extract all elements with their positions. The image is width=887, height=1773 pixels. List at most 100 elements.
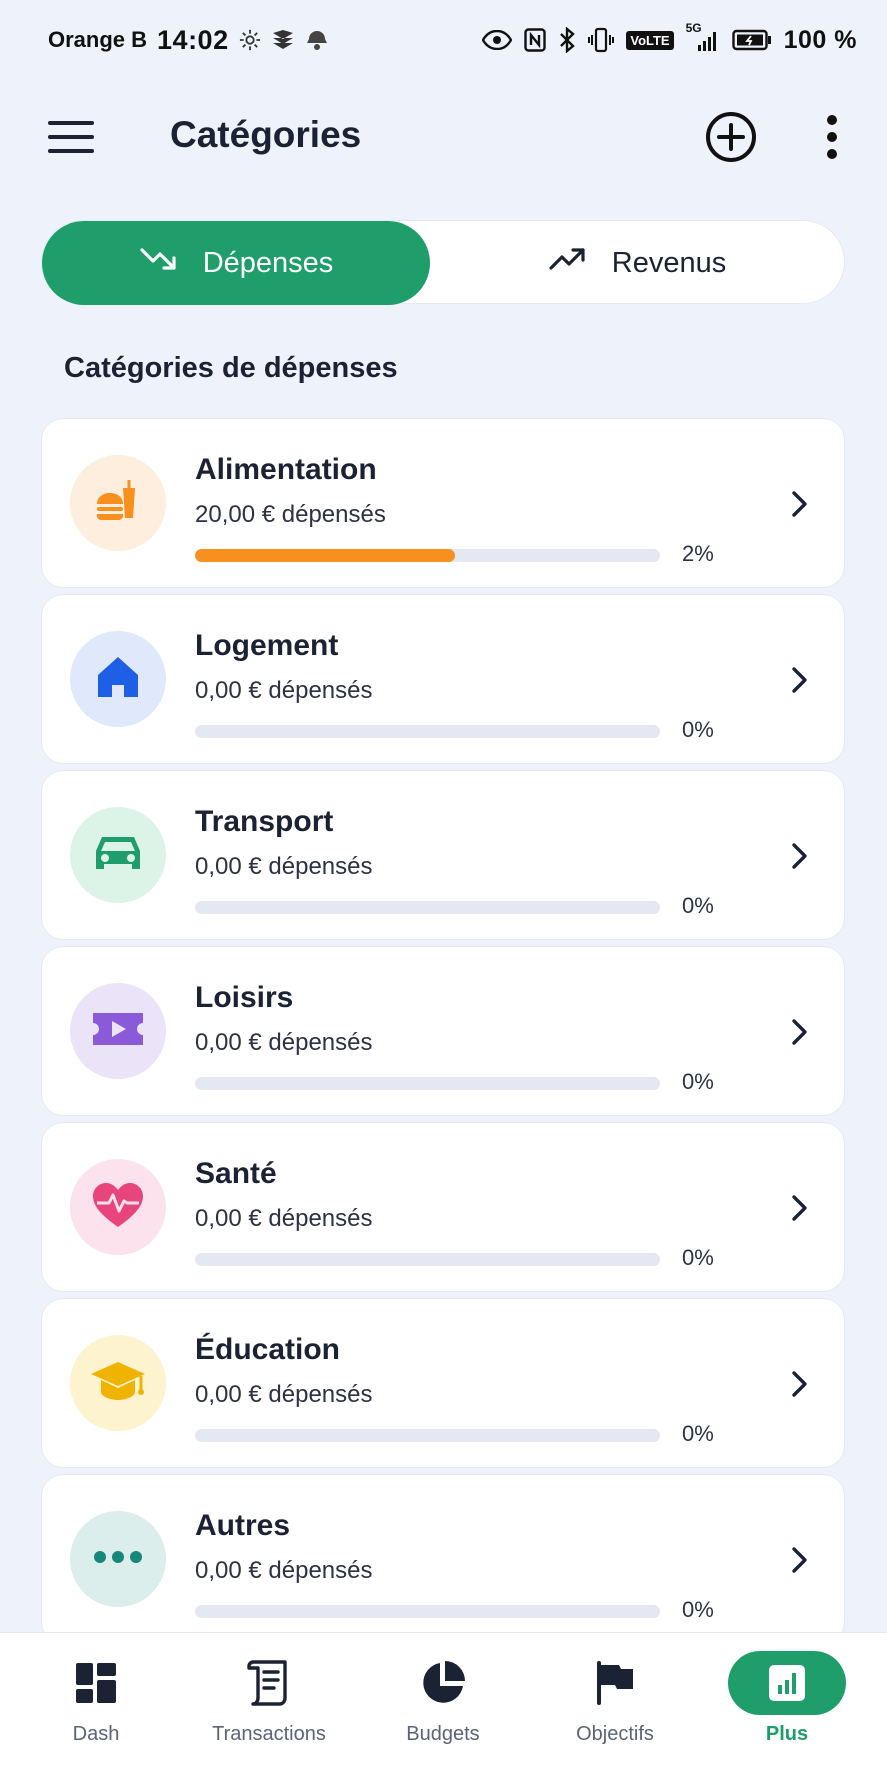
nav-label: Dash	[72, 1723, 120, 1745]
nav-item-objectifs[interactable]: Objectifs	[530, 1633, 700, 1773]
tab-income-label: Revenus	[611, 246, 727, 279]
category-name: Éducation	[195, 1333, 341, 1366]
home-icon	[94, 653, 142, 706]
pie-chart-icon	[384, 1651, 502, 1715]
category-spent: 0,00 € dépensés	[195, 1381, 373, 1408]
category-percent: 0%	[682, 1597, 714, 1622]
battery-percent: 100 %	[783, 25, 857, 54]
stack-app-icon	[271, 29, 295, 51]
category-icon-bg	[70, 455, 166, 551]
volte-badge: VoLTE	[626, 30, 674, 50]
vibrate-icon	[588, 27, 615, 53]
category-icon-bg	[70, 631, 166, 727]
category-progress-fill	[195, 549, 456, 562]
nav-item-budgets[interactable]: Budgets	[358, 1633, 528, 1773]
category-icon-bg	[70, 807, 166, 903]
receipt-icon	[210, 1651, 328, 1715]
graduation-cap-icon	[89, 1358, 147, 1409]
nav-item-dash[interactable]: Dash	[11, 1633, 181, 1773]
category-spent: 0,00 € dépensés	[195, 677, 373, 704]
category-icon-bg	[70, 1511, 166, 1607]
signal-icon: 5G	[686, 21, 720, 53]
carrier-name: Orange B	[48, 27, 148, 52]
category-percent: 2%	[682, 541, 714, 566]
nav-label: Plus	[765, 1723, 809, 1745]
category-card-alimentation[interactable]: Alimentation 20,00 € dépensés 2%	[41, 418, 845, 588]
food-icon	[93, 476, 143, 531]
dots-icon	[92, 1549, 144, 1570]
category-icon-bg	[70, 1335, 166, 1431]
flag-icon	[556, 1651, 674, 1715]
category-name: Santé	[195, 1157, 277, 1190]
dashboard-icon	[37, 1651, 155, 1715]
chevron-right-icon	[786, 1015, 812, 1049]
tab-expenses[interactable]: Dépenses	[42, 221, 430, 305]
nav-label: Objectifs	[576, 1723, 654, 1745]
app-header: Catégories	[0, 96, 887, 180]
bluetooth-icon	[558, 27, 576, 53]
category-card-autres[interactable]: Autres 0,00 € dépensés 0%	[41, 1474, 845, 1644]
category-card-loisirs[interactable]: Loisirs 0,00 € dépensés 0%	[41, 946, 845, 1116]
hamburger-menu-icon[interactable]	[46, 116, 98, 160]
trend-up-icon	[548, 245, 588, 281]
category-progress-bar	[195, 1253, 660, 1266]
category-name: Transport	[195, 805, 334, 838]
nav-label: Transactions	[212, 1723, 326, 1745]
eye-icon	[482, 30, 513, 50]
more-options-icon[interactable]	[818, 112, 846, 162]
add-category-button[interactable]	[704, 110, 758, 164]
nav-item-plus[interactable]: Plus	[702, 1633, 872, 1773]
category-name: Alimentation	[195, 453, 377, 486]
category-icon-bg	[70, 983, 166, 1079]
category-percent: 0%	[682, 893, 714, 918]
clock: 14:02	[157, 24, 229, 55]
nav-label: Budgets	[406, 1723, 480, 1745]
category-percent: 0%	[682, 1069, 714, 1094]
type-toggle: Dépenses Revenus	[41, 220, 845, 305]
status-bar: Orange B 14:02 VoLTE 5G 100 %	[0, 0, 887, 80]
chevron-right-icon	[786, 1367, 812, 1401]
category-progress-bar	[195, 725, 660, 738]
chevron-right-icon	[786, 487, 812, 521]
bottom-nav: Dash Transactions Budgets Objectifs Plus	[0, 1632, 887, 1773]
category-icon-bg	[70, 1159, 166, 1255]
category-progress-bar	[195, 1605, 660, 1618]
category-card-logement[interactable]: Logement 0,00 € dépensés 0%	[41, 594, 845, 764]
car-icon	[92, 831, 144, 880]
category-percent: 0%	[682, 1245, 714, 1270]
category-percent: 0%	[682, 717, 714, 742]
network-type: 5G	[685, 21, 702, 35]
nfc-icon	[524, 28, 547, 52]
category-card-transport[interactable]: Transport 0,00 € dépensés 0%	[41, 770, 845, 940]
category-card-sante[interactable]: Santé 0,00 € dépensés 0%	[41, 1122, 845, 1292]
settings-gear-icon	[239, 29, 261, 51]
chevron-right-icon	[786, 839, 812, 873]
category-card-education[interactable]: Éducation 0,00 € dépensés 0%	[41, 1298, 845, 1468]
battery-icon	[731, 29, 772, 51]
category-percent: 0%	[682, 1421, 714, 1446]
heart-pulse-icon	[91, 1181, 145, 1234]
category-name: Autres	[195, 1509, 291, 1542]
chart-bars-icon	[728, 1651, 846, 1715]
ticket-icon	[91, 1009, 145, 1054]
page-title: Catégories	[170, 114, 362, 155]
category-name: Loisirs	[195, 981, 294, 1014]
category-name: Logement	[195, 629, 339, 662]
category-progress-bar	[195, 901, 660, 914]
chevron-right-icon	[786, 1543, 812, 1577]
category-progress-bar	[195, 1429, 660, 1442]
category-spent: 0,00 € dépensés	[195, 853, 373, 880]
section-title: Catégories de dépenses	[64, 352, 398, 384]
category-spent: 0,00 € dépensés	[195, 1557, 373, 1584]
tab-expenses-label: Dépenses	[202, 246, 334, 279]
chevron-right-icon	[786, 663, 812, 697]
category-spent: 0,00 € dépensés	[195, 1205, 373, 1232]
category-spent: 20,00 € dépensés	[195, 501, 386, 528]
app-notification-icon	[305, 29, 329, 51]
trend-down-icon	[139, 245, 179, 281]
chevron-right-icon	[786, 1191, 812, 1225]
tab-income[interactable]: Revenus	[430, 221, 844, 305]
category-spent: 0,00 € dépensés	[195, 1029, 373, 1056]
category-progress-bar	[195, 1077, 660, 1090]
nav-item-transactions[interactable]: Transactions	[184, 1633, 354, 1773]
